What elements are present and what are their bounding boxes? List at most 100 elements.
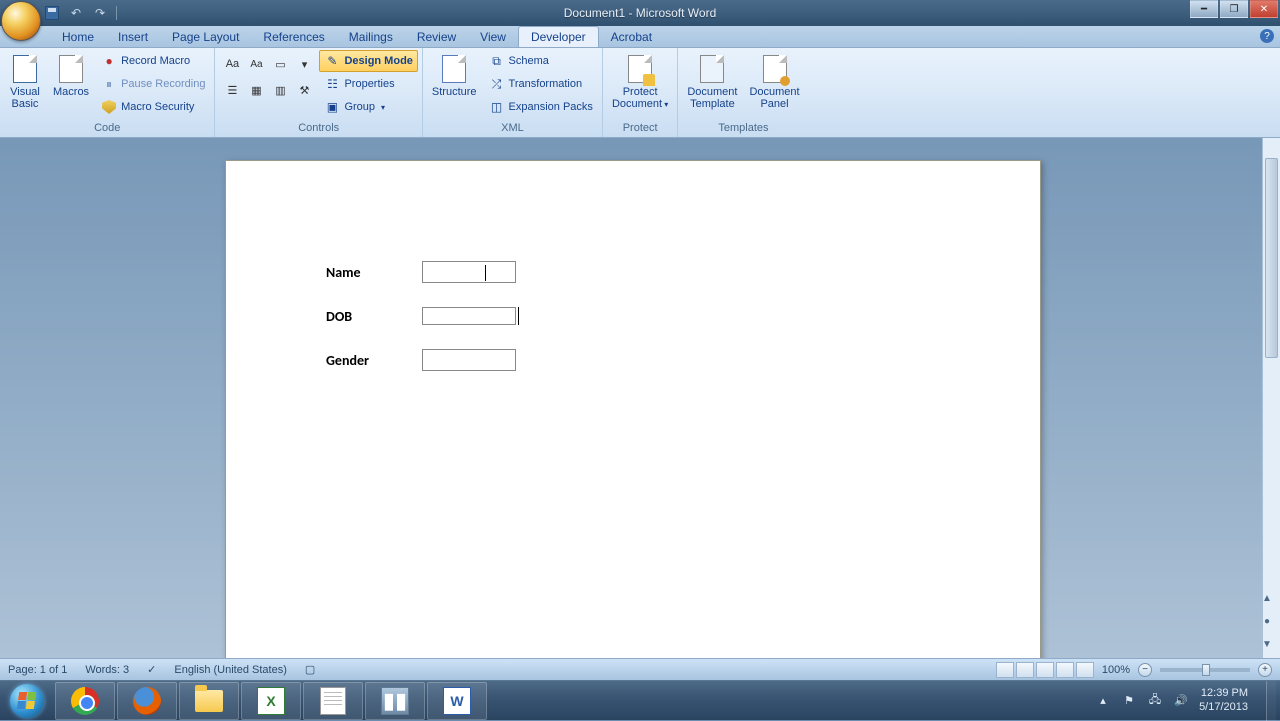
scrollbar-thumb[interactable] <box>1265 158 1278 358</box>
tab-view[interactable]: View <box>468 27 518 47</box>
taskbar-media[interactable]: ▮▮ <box>365 682 425 720</box>
properties-icon: ☷ <box>324 76 340 92</box>
document-panel-button[interactable]: Document Panel <box>744 50 804 113</box>
structure-icon <box>438 53 470 85</box>
lock-icon <box>624 53 656 85</box>
status-bar: Page: 1 of 1 Words: 3 ✓ English (United … <box>0 658 1280 680</box>
building-block-control[interactable]: ▥ <box>269 78 291 102</box>
office-button[interactable] <box>1 1 41 41</box>
notepad-icon <box>317 685 349 717</box>
schema-icon: ⧉ <box>489 53 505 69</box>
taskbar-excel[interactable]: X <box>241 682 301 720</box>
dropdown-control[interactable]: ☰ <box>221 78 243 102</box>
zoom-level[interactable]: 100% <box>1102 664 1130 676</box>
help-button[interactable]: ? <box>1260 29 1274 43</box>
transformation-icon: ⤮ <box>489 76 505 92</box>
status-language[interactable]: English (United States) <box>174 664 287 676</box>
macro-security-button[interactable]: Macro Security <box>96 96 210 118</box>
qat-more[interactable] <box>116 6 124 20</box>
name-field[interactable] <box>422 261 516 283</box>
status-page[interactable]: Page: 1 of 1 <box>8 664 67 676</box>
tray-volume-icon[interactable]: 🔊 <box>1173 693 1189 709</box>
tray-action-center-icon[interactable]: ⚑ <box>1121 693 1137 709</box>
taskbar-firefox[interactable] <box>117 682 177 720</box>
zoom-slider[interactable] <box>1160 668 1250 672</box>
group-label-templates: Templates <box>682 121 804 135</box>
maximize-button[interactable]: ❐ <box>1220 0 1248 18</box>
taskbar: X ▮▮ W ▴ ⚑ 🖧 🔊 12:39 PM 5/17/2013 <box>0 680 1280 720</box>
close-button[interactable]: ✕ <box>1250 0 1278 18</box>
taskbar-word[interactable]: W <box>427 682 487 720</box>
zoom-in-button[interactable]: + <box>1258 663 1272 677</box>
document-page[interactable]: Name DOB Gender <box>225 160 1041 680</box>
ribbon-group-code: Visual Basic Macros ●Record Macro ⏸Pause… <box>0 48 215 137</box>
macros-button[interactable]: Macros <box>48 50 94 101</box>
document-template-button[interactable]: Document Template <box>682 50 742 113</box>
plain-text-control[interactable]: Aa <box>245 52 267 76</box>
tray-date: 5/17/2013 <box>1199 701 1248 714</box>
visual-basic-button[interactable]: Visual Basic <box>4 50 46 113</box>
transformation-button[interactable]: ⤮Transformation <box>484 73 598 95</box>
combo-box-control[interactable]: ▾ <box>293 52 315 76</box>
save-icon <box>45 6 59 20</box>
taskbar-chrome[interactable] <box>55 682 115 720</box>
ribbon: Visual Basic Macros ●Record Macro ⏸Pause… <box>0 48 1280 138</box>
schema-button[interactable]: ⧉Schema <box>484 50 598 72</box>
record-macro-button[interactable]: ●Record Macro <box>96 50 210 72</box>
gender-field[interactable] <box>422 349 516 371</box>
tab-references[interactable]: References <box>251 27 336 47</box>
view-print-layout[interactable] <box>996 662 1014 678</box>
system-tray: ▴ ⚑ 🖧 🔊 12:39 PM 5/17/2013 <box>1095 681 1280 721</box>
dob-field[interactable] <box>422 307 516 325</box>
tray-show-hidden[interactable]: ▴ <box>1095 693 1111 709</box>
design-mode-button[interactable]: ✎Design Mode <box>319 50 417 72</box>
select-browse-object[interactable]: ● <box>1264 616 1270 627</box>
qat-redo[interactable]: ↷ <box>92 5 108 21</box>
form-row-dob: DOB <box>326 307 940 325</box>
zoom-out-button[interactable]: − <box>1138 663 1152 677</box>
tray-network-icon[interactable]: 🖧 <box>1147 693 1163 709</box>
legacy-tools-control[interactable]: ⚒ <box>293 78 315 102</box>
qat-save[interactable] <box>44 5 60 21</box>
minimize-button[interactable]: ━ <box>1190 0 1218 18</box>
protect-document-button[interactable]: Protect Document ▾ <box>607 50 673 113</box>
date-picker-control[interactable]: ▦ <box>245 78 267 102</box>
structure-button[interactable]: Structure <box>427 50 482 101</box>
zoom-slider-thumb[interactable] <box>1202 664 1210 676</box>
group-button[interactable]: ▣Group▾ <box>319 96 417 118</box>
picture-control[interactable]: ▭ <box>269 52 291 76</box>
status-words[interactable]: Words: 3 <box>85 664 129 676</box>
taskbar-notepad[interactable] <box>303 682 363 720</box>
tray-time: 12:39 PM <box>1199 687 1248 700</box>
tab-mailings[interactable]: Mailings <box>337 27 405 47</box>
expansion-packs-button[interactable]: ◫Expansion Packs <box>484 96 598 118</box>
status-proof[interactable]: ✓ <box>147 663 156 676</box>
show-desktop-button[interactable] <box>1266 681 1276 721</box>
next-page-button[interactable]: ▼ <box>1262 639 1272 650</box>
properties-button[interactable]: ☷Properties <box>319 73 417 95</box>
qat-undo[interactable]: ↶ <box>68 5 84 21</box>
rich-text-control[interactable]: Aa <box>221 52 243 76</box>
tab-home[interactable]: Home <box>50 27 106 47</box>
tab-developer[interactable]: Developer <box>518 26 599 47</box>
tab-insert[interactable]: Insert <box>106 27 160 47</box>
ribbon-group-templates: Document Template Document Panel Templat… <box>678 48 808 137</box>
ribbon-tabs: Home Insert Page Layout References Maili… <box>0 26 1280 48</box>
view-web-layout[interactable] <box>1036 662 1054 678</box>
dob-label: DOB <box>326 308 422 325</box>
previous-page-button[interactable]: ▲ <box>1262 593 1272 604</box>
tray-clock[interactable]: 12:39 PM 5/17/2013 <box>1199 687 1256 713</box>
browse-object-controls: ▲ ● ▼ <box>1260 593 1274 650</box>
start-button[interactable] <box>0 681 54 721</box>
pause-recording-button[interactable]: ⏸Pause Recording <box>96 73 210 95</box>
view-draft[interactable] <box>1076 662 1094 678</box>
tab-page-layout[interactable]: Page Layout <box>160 27 251 47</box>
group-label-code: Code <box>4 121 210 135</box>
tab-acrobat[interactable]: Acrobat <box>599 27 664 47</box>
view-outline[interactable] <box>1056 662 1074 678</box>
status-macro[interactable]: ▢ <box>305 663 315 676</box>
view-full-screen[interactable] <box>1016 662 1034 678</box>
document-area: Name DOB Gender ▲ ● ▼ <box>0 138 1280 680</box>
tab-review[interactable]: Review <box>405 27 468 47</box>
taskbar-explorer[interactable] <box>179 682 239 720</box>
